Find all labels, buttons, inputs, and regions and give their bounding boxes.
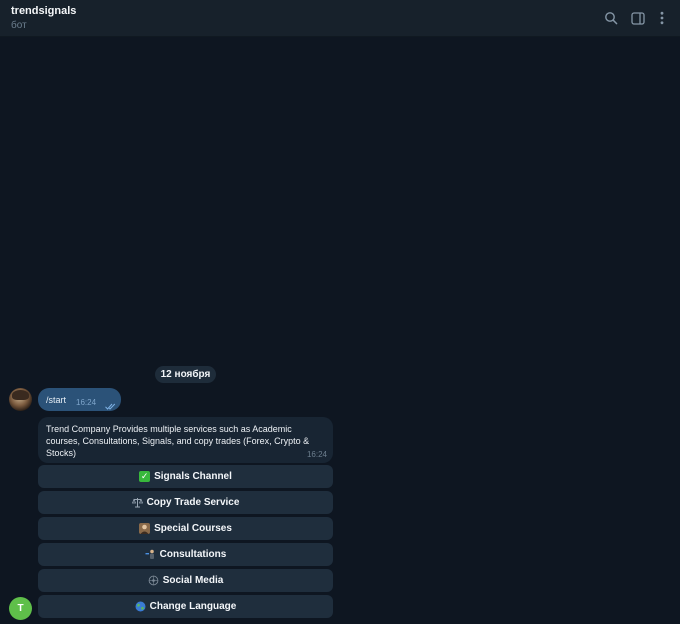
chat-status: бот <box>11 20 27 31</box>
incoming-message-time: 16:24 <box>306 450 327 459</box>
chat-header: trendsignals бот <box>0 0 680 37</box>
sidebar-toggle-icon[interactable] <box>629 9 647 27</box>
date-divider: 12 ноября <box>155 366 216 383</box>
globe-icon <box>135 601 146 612</box>
more-vertical-icon[interactable] <box>653 9 671 27</box>
chat-title[interactable]: trendsignals <box>11 5 76 17</box>
outgoing-message-time: 16:24 <box>76 398 97 407</box>
check-mark-icon: ✓ <box>139 471 151 482</box>
keyboard-button-change-language[interactable]: Change Language <box>38 595 333 618</box>
portrait-icon <box>139 523 151 534</box>
scales-icon <box>131 497 143 508</box>
outgoing-message[interactable]: /start 16:24 <box>38 388 121 411</box>
keyboard-button-label: Consultations <box>159 549 227 560</box>
keyboard-button-consultations[interactable]: Consultations <box>38 543 333 566</box>
keyboard-button-special-courses[interactable]: Special Courses <box>38 517 333 540</box>
network-icon <box>148 575 159 586</box>
keyboard-button-label: Signals Channel <box>154 471 232 482</box>
keyboard-button-social-media[interactable]: Social Media <box>38 569 333 592</box>
outgoing-message-text: /start <box>46 395 67 405</box>
keyboard-button-label: Copy Trade Service <box>146 497 240 508</box>
incoming-message-text: Trend Company Provides multiple services… <box>46 424 310 458</box>
keyboard-button-label: Special Courses <box>154 523 232 534</box>
keyboard-button-label: Change Language <box>149 601 237 612</box>
consultant-icon <box>145 549 156 560</box>
search-icon[interactable] <box>602 9 620 27</box>
keyboard-button-signals-channel[interactable]: ✓ Signals Channel <box>38 465 333 488</box>
double-check-icon <box>105 397 117 415</box>
incoming-message[interactable]: Trend Company Provides multiple services… <box>38 417 333 463</box>
keyboard-button-label: Social Media <box>162 575 224 586</box>
bot-avatar[interactable]: T <box>9 597 32 620</box>
user-avatar[interactable] <box>9 388 32 411</box>
keyboard-button-copy-trade[interactable]: Copy Trade Service <box>38 491 333 514</box>
